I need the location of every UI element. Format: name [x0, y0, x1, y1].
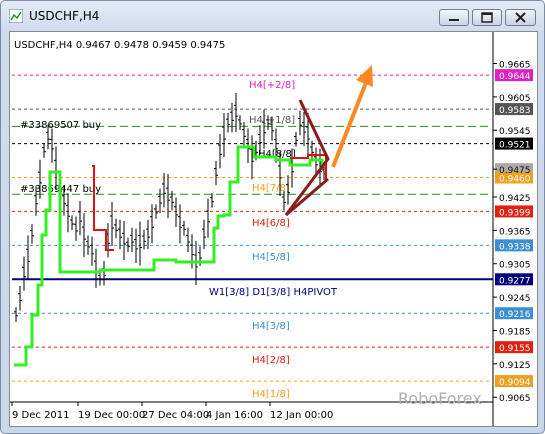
level-label-h4-6-8: H4[6/8] [252, 218, 290, 229]
time-label: 4 Jan 16:00 [206, 410, 263, 421]
close-icon [515, 12, 526, 23]
time-label: 27 Dec 04:00 [142, 410, 209, 421]
price-tick-label: 0.9365 [499, 227, 531, 237]
price-tag-label: 0.9338 [499, 242, 531, 252]
quote-line: USDCHF,H4 0.9467 0.9478 0.9459 0.9475 [14, 40, 225, 51]
level-label-h4-plus2-8: H4[+2/8] [249, 80, 295, 91]
price-tag-label: 0.9583 [499, 106, 531, 116]
price-tag-label: 0.9644 [499, 72, 531, 82]
price-tick-label: 0.9475 [499, 166, 531, 176]
price-tag-label: 0.9155 [499, 344, 531, 354]
level-label-h4-5-8: H4[5/8] [252, 252, 290, 263]
chart-canvas[interactable]: USDCHF,H4 0.9467 0.9478 0.9459 0.9475 H4… [10, 32, 537, 426]
time-axis: 9 Dec 2011 19 Dec 00:00 27 Dec 04:00 4 J… [11, 402, 333, 421]
price-tag-label: 0.9277 [499, 276, 531, 286]
restore-icon [481, 12, 493, 23]
price-chart[interactable]: USDCHF,H4 0.9467 0.9478 0.9459 0.9475 H4… [9, 31, 538, 427]
level-label-pivot: W1[3/8] D1[3/8] H4PIVOT [209, 287, 338, 298]
price-tick-label: 0.9125 [499, 361, 531, 371]
price-tick-label: 0.9665 [499, 60, 531, 70]
time-label: 19 Dec 00:00 [78, 410, 145, 421]
price-tag-label: 0.9094 [499, 378, 531, 388]
close-button[interactable] [505, 9, 536, 26]
watermark: RoboForex [398, 389, 482, 408]
price-tick-label: 0.9245 [499, 294, 531, 304]
price-tick-label: 0.9425 [499, 194, 531, 204]
red-indicator-line [92, 165, 114, 251]
chart-app-icon [9, 9, 23, 23]
maximize-button[interactable] [472, 9, 502, 26]
time-label: 9 Dec 2011 [12, 410, 70, 421]
order-label-buy-1: #33869507 buy [20, 120, 101, 131]
price-tag-label: 0.9399 [499, 208, 531, 218]
minimize-icon [449, 19, 459, 21]
time-label: 12 Jan 00:00 [270, 410, 333, 421]
level-label-h4-1-8: H4[1/8] [252, 389, 290, 400]
chart-window: USDCHF,H4 USDCHF,H4 0.9467 0.9478 0.9459… [0, 0, 545, 434]
title-bar[interactable]: USDCHF,H4 [1, 1, 544, 31]
price-tick-label: 0.9545 [499, 127, 531, 137]
price-tick-label: 0.9305 [499, 261, 531, 271]
forecast-arrow-shaft [331, 79, 369, 168]
window-title: USDCHF,H4 [29, 9, 100, 23]
price-tick-label: 0.9605 [499, 94, 531, 104]
level-label-h4-3-8: H4[3/8] [252, 321, 290, 332]
price-tick-label: 0.9185 [499, 327, 531, 337]
level-label-h4-2-8: H4[2/8] [252, 355, 290, 366]
price-tag-label: 0.9521 [499, 141, 531, 151]
price-tick-label: 0.9065 [499, 394, 531, 404]
price-tag-label: 0.9216 [499, 310, 531, 320]
minimize-button[interactable] [439, 9, 469, 26]
